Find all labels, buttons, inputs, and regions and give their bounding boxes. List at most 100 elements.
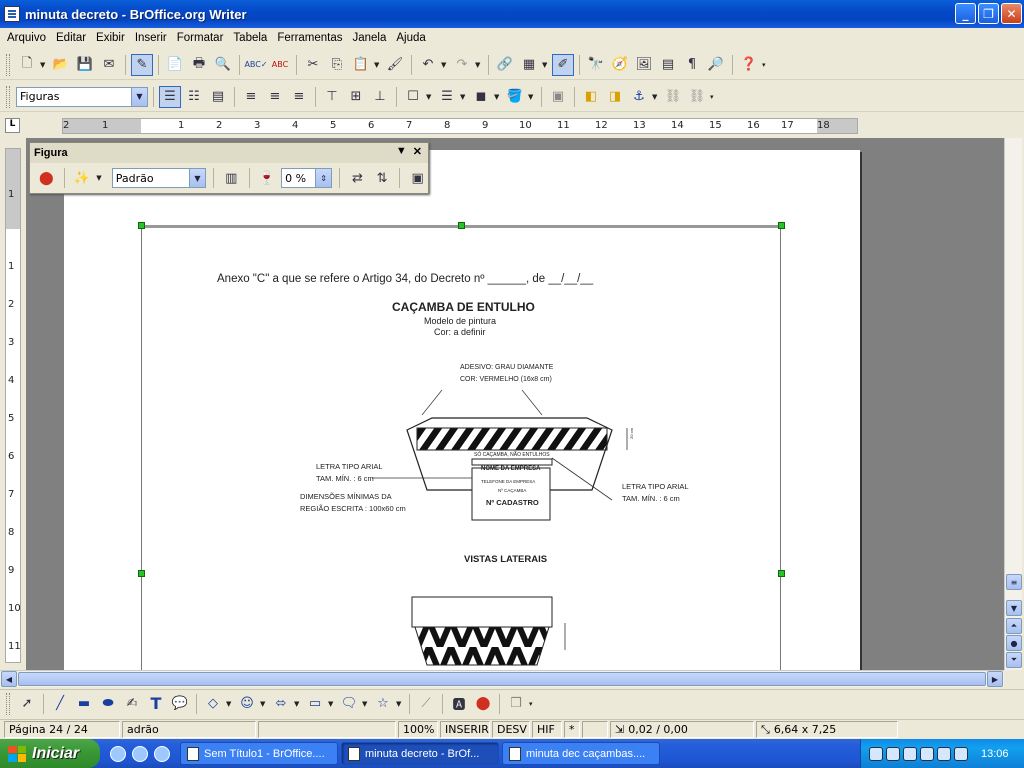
menu-arquivo[interactable]: Arquivo — [2, 32, 51, 44]
text-icon[interactable]: T — [145, 693, 167, 715]
redo-dropdown-icon[interactable]: ▼ — [475, 61, 483, 69]
chevron-down-icon[interactable]: ▼ — [188, 169, 205, 187]
color-icon[interactable]: ▥ — [221, 167, 242, 189]
borders-icon[interactable]: ☐ — [402, 86, 424, 108]
clock[interactable]: 13:06 — [981, 748, 1009, 760]
scroll-left-arrow-icon[interactable]: ◀ — [1, 671, 17, 687]
table-dropdown-icon[interactable]: ▼ — [542, 61, 550, 69]
dropdown-icon[interactable]: ▼ — [226, 700, 234, 708]
edit-mode-icon[interactable]: ✎ — [131, 53, 153, 76]
document-page[interactable]: Anexo "C" a que se refere o Artigo 34, d… — [64, 150, 860, 670]
toolbar-handle[interactable] — [6, 692, 10, 715]
align-center-icon[interactable]: ≡ — [264, 86, 286, 108]
align-bottom-icon[interactable]: ⊥ — [369, 86, 391, 108]
taskbar-item[interactable]: Sem Título1 - BrOffice.... — [180, 742, 338, 765]
wrap-off-icon[interactable]: ☰ — [159, 85, 181, 108]
print-icon[interactable]: 🖶 — [188, 54, 210, 76]
anchor-icon[interactable]: ⚓ — [628, 86, 650, 108]
hyperlink-mode[interactable]: HIF — [532, 721, 562, 738]
scroll-right-arrow-icon[interactable]: ▶ — [987, 671, 1003, 687]
page-indicator[interactable]: Página 24 / 24 — [4, 721, 120, 738]
rectangle-icon[interactable]: ▬ — [73, 693, 95, 715]
page-wrap-icon[interactable]: ☷ — [183, 86, 205, 108]
find-replace-icon[interactable]: 🔭 — [585, 54, 607, 76]
page-style[interactable]: adrão — [122, 721, 256, 738]
points-icon[interactable]: ⟋ — [415, 693, 437, 715]
save-icon[interactable]: 💾 — [74, 54, 96, 76]
menu-tabela[interactable]: Tabela — [228, 32, 272, 44]
spinner-icon[interactable]: ⇕ — [315, 169, 332, 187]
tray-app-icon[interactable] — [954, 746, 968, 761]
zoom-icon[interactable]: 🔎 — [705, 54, 727, 76]
document-area[interactable]: Anexo "C" a que se refere o Artigo 34, d… — [26, 138, 1004, 670]
open-folder-icon[interactable]: 📂 — [50, 54, 72, 76]
menu-ferramentas[interactable]: Ferramentas — [272, 32, 347, 44]
figura-floating-toolbar[interactable]: Figura ▼ ✕ ⬤ ✨ ▼ Padrão ▼ ▥ 🍷 0 % ⇕ ⇄ ⇅ ▣ — [29, 142, 429, 194]
navigator-icon[interactable]: 🧭 — [609, 54, 631, 76]
paste-dropdown-icon[interactable]: ▼ — [374, 61, 382, 69]
border-color-icon[interactable]: ◼ — [470, 86, 492, 108]
help-icon[interactable]: ❓ — [738, 54, 760, 76]
undo-icon[interactable]: ↶ — [417, 54, 439, 76]
align-middle-icon[interactable]: ⊞ — [345, 86, 367, 108]
gallery-icon[interactable]: 🖼 — [633, 54, 655, 76]
paste-icon[interactable]: 📋 — [350, 54, 372, 76]
tray-app-icon[interactable] — [886, 746, 900, 761]
show-draw-functions-icon[interactable]: ✐ — [552, 53, 574, 76]
scroll-thumb[interactable]: ≡ — [1006, 574, 1022, 590]
bring-to-front-icon[interactable]: ◧ — [580, 86, 602, 108]
scroll-down-arrow-icon[interactable]: ▼ — [1006, 600, 1022, 616]
scroll-thumb[interactable] — [18, 672, 986, 686]
callout-icon[interactable]: 💬 — [169, 693, 191, 715]
zoom-level[interactable]: 100% — [398, 721, 438, 738]
menu-formatar[interactable]: Formatar — [172, 32, 229, 44]
resize-handle-left[interactable] — [138, 570, 145, 577]
link-frames-icon[interactable]: ⛓ — [662, 86, 684, 108]
vertical-ruler[interactable]: 1 1 2 3 4 5 6 7 8 9 10 11 — [0, 140, 26, 670]
flip-vertical-icon[interactable]: ⇅ — [372, 167, 393, 189]
callouts-icon[interactable]: 🗨 — [338, 693, 360, 715]
ellipse-icon[interactable]: ⬬ — [97, 693, 119, 715]
menu-ajuda[interactable]: Ajuda — [391, 32, 430, 44]
firefox-icon[interactable] — [132, 745, 148, 762]
hyperlink-icon[interactable]: 🔗 — [494, 54, 516, 76]
toolbar-options-icon[interactable]: ▾ — [762, 61, 770, 69]
close-button[interactable]: ✕ — [1001, 3, 1022, 24]
resize-handle-right[interactable] — [778, 570, 785, 577]
vertical-scrollbar[interactable]: ≡ ▼ ⏶ ● ⏷ — [1004, 138, 1022, 670]
graphic-properties-icon[interactable]: ▣ — [407, 167, 428, 189]
tab-type-selector[interactable]: L — [5, 118, 20, 133]
line-style-dropdown-icon[interactable]: ▼ — [460, 93, 468, 101]
dropdown-icon[interactable]: ▼ — [260, 700, 268, 708]
wrap-through-icon[interactable]: ▤ — [207, 86, 229, 108]
resize-handle-top-left[interactable] — [138, 222, 145, 229]
select-arrow-icon[interactable]: ➚ — [16, 693, 38, 715]
horizontal-ruler[interactable]: L 2 1 1 2 3 4 5 6 7 8 9 10 11 12 13 14 1… — [0, 115, 1024, 137]
line-style-icon[interactable]: ☰ — [436, 86, 458, 108]
symbol-shapes-icon[interactable]: ☺ — [236, 693, 258, 715]
filter-icon[interactable]: ⬤ — [36, 167, 57, 189]
dropdown-icon[interactable]: ▼ — [362, 700, 370, 708]
navigation-icon[interactable]: ● — [1006, 635, 1022, 651]
toolbar-options-icon[interactable]: ▾ — [710, 93, 718, 101]
format-paintbrush-icon[interactable]: 🖌 — [384, 54, 406, 76]
spellcheck-icon[interactable]: ABC✓ — [244, 54, 267, 76]
stars-icon[interactable]: ☆ — [372, 693, 394, 715]
anchor-dropdown-icon[interactable]: ▼ — [652, 93, 660, 101]
toolbar-menu-icon[interactable]: ▼ — [396, 145, 407, 158]
dropdown-icon[interactable]: ▼ — [294, 700, 302, 708]
frame-properties-icon[interactable]: ▣ — [547, 86, 569, 108]
fontwork-icon[interactable]: 🅰 — [448, 693, 470, 715]
from-file-icon[interactable]: ⬤ — [472, 693, 494, 715]
align-left-icon[interactable]: ≡ — [240, 86, 262, 108]
copy-icon[interactable]: ⎘ — [326, 54, 348, 76]
menu-editar[interactable]: Editar — [51, 32, 91, 44]
transparency-icon[interactable]: 🍷 — [257, 167, 278, 189]
data-sources-icon[interactable]: ▤ — [657, 54, 679, 76]
insert-mode[interactable]: INSERIR — [440, 721, 490, 738]
redo-icon[interactable]: ↷ — [451, 54, 473, 76]
print-preview-icon[interactable]: 🔍 — [212, 54, 234, 76]
send-to-back-icon[interactable]: ◨ — [604, 86, 626, 108]
align-right-icon[interactable]: ≡ — [288, 86, 310, 108]
next-page-icon[interactable]: ⏷ — [1006, 652, 1022, 668]
